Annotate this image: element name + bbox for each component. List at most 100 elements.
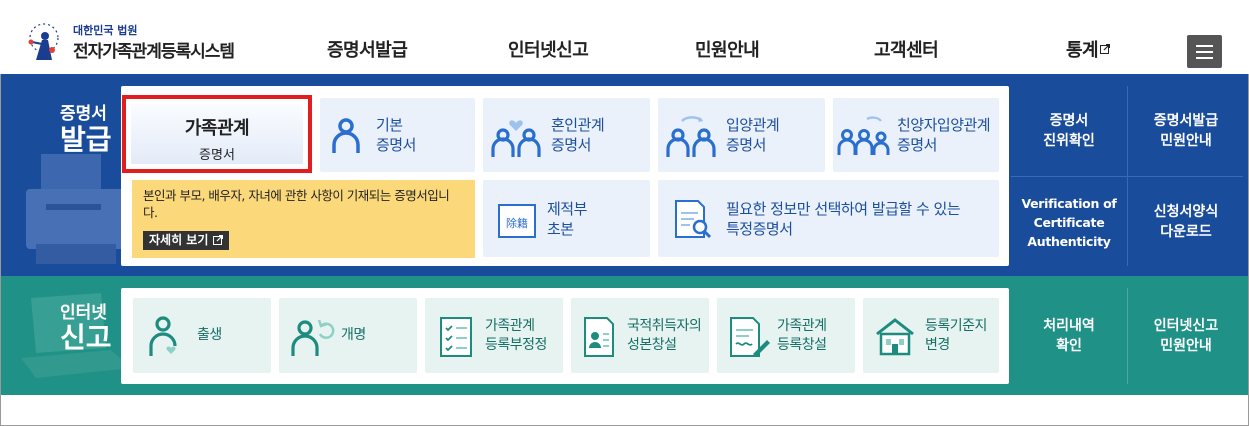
link-line2: 진위확인 [1043,133,1095,149]
adoption-certificate-label: 입양관계 증명서 [726,115,780,155]
external-link-icon [212,234,223,245]
card-line2: 성본창설 [627,336,677,353]
family-relation-card-subtitle: 증명서 [199,148,235,163]
marriage-certificate-card[interactable]: 혼인관계 증명서 [483,98,650,172]
register-book-icon: 除籍 [498,203,536,238]
card-line2: 증명서 [376,136,416,154]
card-line1: 혼인관계 [551,116,605,134]
card-line2: 초본 [547,219,574,238]
marriage-certificate-label: 혼인관계 증명서 [551,115,605,155]
family-relation-certificate-card[interactable]: 가족관계 증명서 [122,95,312,173]
certificate-section-title: 발급 [60,123,112,156]
card-line1: 국적취득자의 [627,317,702,334]
card-line1: 기본 [376,116,403,134]
specific-certificate-label: 필요한 정보만 선택하여 발급할 수 있는 특정증명서 [726,199,961,239]
brand-subtitle: 대한민국 법원 [73,24,138,37]
external-link-icon [1100,44,1111,54]
card-line1: 입양관계 [726,116,780,134]
card-line2: 특정증명서 [726,219,793,238]
card-line1: 필요한 정보만 선택하여 발급할 수 있는 [726,199,961,218]
certificate-description-box: 본인과 부모, 배우자, 자녀에 관한 사항이 기재되는 증명서입니다. 자세히… [132,180,475,258]
card-line2: 증명서 [897,136,937,154]
removed-register-card[interactable]: 除籍 제적부 초본 [483,180,650,257]
card-line1: 가족관계 [485,317,535,334]
registry-creation-card[interactable]: 가족관계 등록창설 [717,298,855,373]
naturalized-surname-label: 국적취득자의 성본창설 [627,317,702,355]
link-line3: Authenticity [1027,233,1111,249]
link-line2: Certificate [1033,214,1105,230]
card-line2: 증명서 [726,136,766,154]
family-adoption-icon [837,116,890,155]
removed-register-label: 제적부 초본 [547,199,587,239]
card-line1: 가족관계 [777,317,827,334]
registry-creation-label: 가족관계 등록창설 [777,317,827,355]
link-line1: 증명서발급 [1153,113,1219,129]
nav-customer-center[interactable]: 고객센터 [874,36,939,62]
family-relation-card-inner: 가족관계 증명서 [131,104,303,164]
link-line1: 인터넷신고 [1153,318,1219,334]
report-section-title: 신고 [60,321,112,354]
nav-internet-report[interactable]: 인터넷신고 [508,36,589,62]
link-line2: 확인 [1056,338,1082,354]
certificate-civil-guide-link[interactable]: 증명서발급민원안내 [1128,86,1244,176]
hamburger-menu-button[interactable] [1187,35,1222,68]
card-line2: 등록창설 [777,336,827,353]
name-change-report-card[interactable]: 개명 [279,298,417,373]
report-civil-guide-link[interactable]: 인터넷신고민원안내 [1128,288,1244,384]
nav-certificate-issue[interactable]: 증명서발급 [327,36,408,62]
specific-certificate-card[interactable]: 필요한 정보만 선택하여 발급할 수 있는 특정증명서 [658,180,999,257]
rename-icon [291,319,335,356]
full-adoption-certificate-label: 친양자입양관계 증명서 [897,115,991,155]
processing-history-link[interactable]: 처리내역확인 [1011,288,1127,384]
base-location-change-card[interactable]: 등록기준지 변경 [863,298,999,373]
card-line2: 변경 [925,336,950,353]
basic-certificate-label: 기본 증명서 [376,115,416,155]
id-document-icon [584,316,614,357]
basic-certificate-card[interactable]: 기본 증명서 [320,98,475,172]
card-line1: 등록기준지 [925,317,987,334]
report-side-links: 처리내역확인 인터넷신고민원안내 [1011,288,1243,384]
adoption-certificate-card[interactable]: 입양관계 증명서 [658,98,825,172]
name-change-report-label: 개명 [341,327,366,343]
baby-icon [149,315,177,356]
full-adoption-certificate-card[interactable]: 친양자입양관계 증명서 [833,98,999,172]
house-icon [876,317,914,355]
link-line2: 민원안내 [1160,133,1212,149]
link-line1: 신청서양식 [1153,204,1219,220]
couple-heart-icon [491,120,541,157]
naturalized-surname-card[interactable]: 국적취득자의 성본창설 [571,298,709,373]
card-line1: 친양자입양관계 [897,116,991,134]
card-line2: 증명서 [551,136,591,154]
registry-correction-card[interactable]: 가족관계 등록부정정 [425,298,563,373]
checklist-icon [440,316,472,357]
adoption-icon [666,116,716,157]
link-line1: Verification of [1021,195,1117,211]
birth-report-label: 출생 [197,327,222,343]
link-line2: 다운로드 [1160,224,1212,240]
birth-report-card[interactable]: 출생 [133,298,271,373]
document-pen-icon [730,316,770,357]
court-logo-icon[interactable] [22,20,66,64]
application-form-download-link[interactable]: 신청서양식다운로드 [1128,177,1244,267]
person-icon [332,118,360,153]
certificate-side-links: 증명서진위확인 증명서발급민원안내 Verification of Certifi… [1011,86,1243,266]
registry-correction-label: 가족관계 등록부정정 [485,317,547,355]
nav-statistics-label: 통계 [1066,40,1099,61]
brand-title[interactable]: 전자가족관계등록시스템 [73,37,235,62]
card-line2: 등록부정정 [485,336,547,353]
header: 대한민국 법원 전자가족관계등록시스템 증명서발급 인터넷신고 민원안내 고객센… [0,0,1249,74]
link-line1: 증명서 [1049,113,1089,129]
nav-civil-guide[interactable]: 민원안내 [695,36,760,62]
card-line1: 제적부 [547,199,587,218]
detail-view-label: 자세히 보기 [149,233,209,247]
certificate-authenticity-link[interactable]: 증명서진위확인 [1011,86,1127,176]
link-line2: 민원안내 [1160,338,1212,354]
family-relation-card-title: 가족관계 [184,118,250,139]
nav-statistics[interactable]: 통계 [1066,36,1111,62]
certificate-description: 본인과 부모, 배우자, 자녀에 관한 사항이 기재되는 증명서입니다. [143,188,450,220]
detail-view-button[interactable]: 자세히 보기 [143,231,229,250]
svg-text:除籍: 除籍 [506,216,528,230]
verification-english-link[interactable]: Verification of Certificate Authenticity [1011,177,1127,267]
link-line1: 처리내역 [1043,318,1095,334]
base-location-change-label: 등록기준지 변경 [925,317,987,355]
